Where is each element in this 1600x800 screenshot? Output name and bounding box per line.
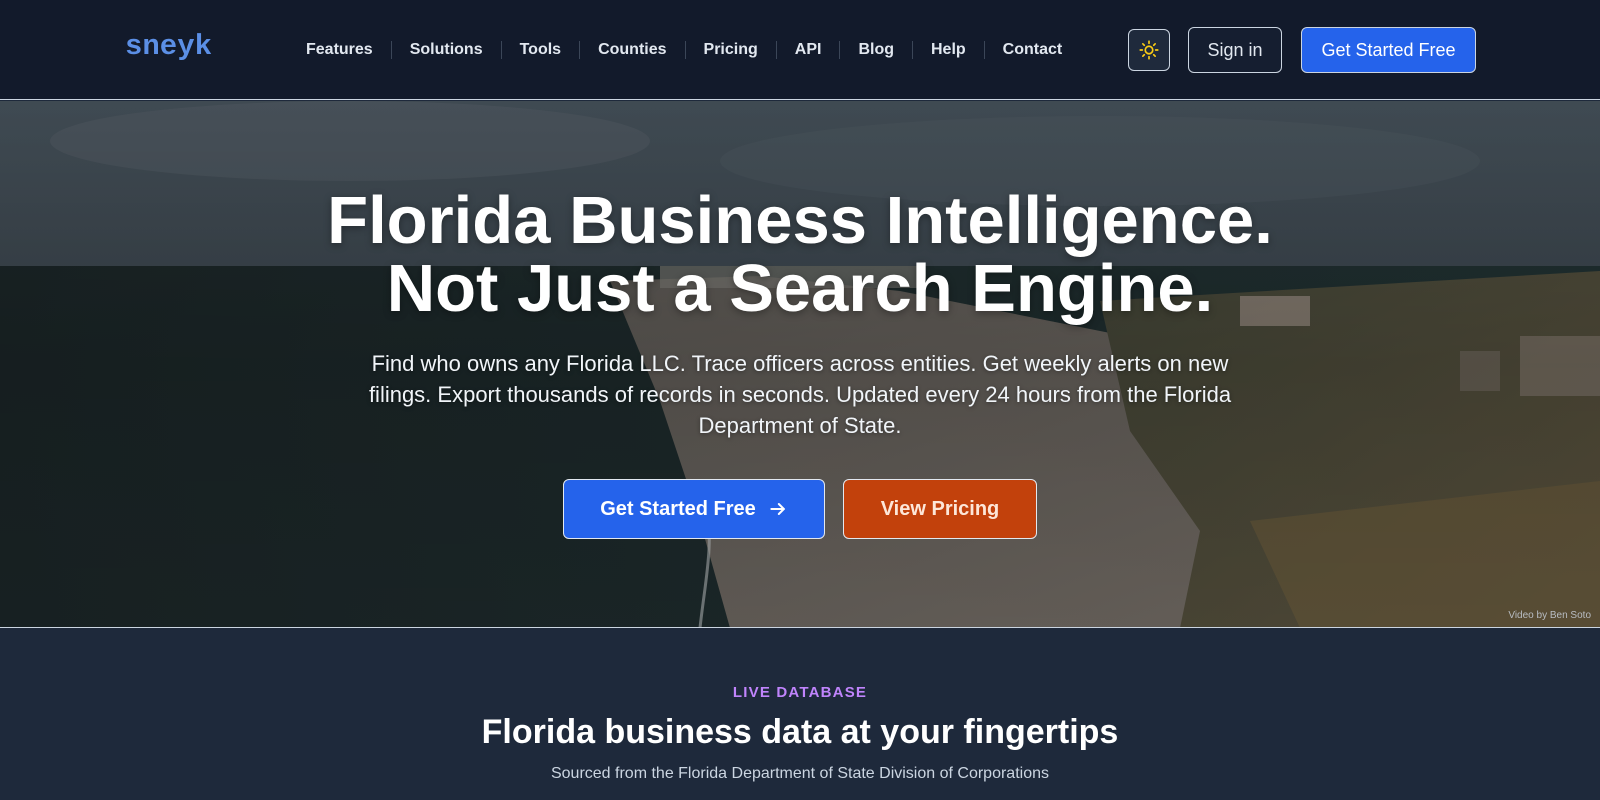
section-title: Florida business data at your fingertips bbox=[481, 713, 1119, 751]
nav-item-tools[interactable]: Tools bbox=[502, 36, 579, 64]
live-database-section: LIVE DATABASE Florida business data at y… bbox=[0, 629, 1600, 800]
hero-get-started-button[interactable]: Get Started Free bbox=[563, 479, 825, 539]
nav-item-counties[interactable]: Counties bbox=[580, 36, 684, 64]
sun-icon bbox=[1139, 40, 1159, 60]
nav-item-solutions[interactable]: Solutions bbox=[392, 36, 501, 64]
logo[interactable]: sneyk bbox=[125, 30, 212, 63]
sign-in-button[interactable]: Sign in bbox=[1188, 27, 1282, 73]
nav-item-contact[interactable]: Contact bbox=[985, 36, 1081, 64]
site-header: sneyk Features Solutions Tools Counties … bbox=[0, 0, 1600, 100]
video-credit[interactable]: Video by Ben Soto bbox=[1508, 610, 1591, 621]
nav-item-features[interactable]: Features bbox=[288, 36, 391, 64]
section-subtitle: Sourced from the Florida Department of S… bbox=[550, 765, 1049, 782]
hero-section: Florida Business Intelligence. Not Just … bbox=[0, 101, 1600, 628]
header-get-started-button[interactable]: Get Started Free bbox=[1301, 27, 1476, 73]
hero-subtitle: Find who owns any Florida LLC. Trace off… bbox=[368, 351, 1232, 438]
arrow-right-icon bbox=[768, 499, 788, 519]
view-pricing-button[interactable]: View Pricing bbox=[843, 479, 1037, 539]
section-eyebrow: LIVE DATABASE bbox=[732, 684, 868, 701]
hero-title-line-1: Florida Business Intelligence. bbox=[327, 183, 1273, 258]
hero-title-line-2: Not Just a Search Engine. bbox=[386, 251, 1214, 326]
nav-item-pricing[interactable]: Pricing bbox=[686, 36, 776, 64]
nav-item-help[interactable]: Help bbox=[913, 36, 984, 64]
nav-item-api[interactable]: API bbox=[777, 36, 840, 64]
main-nav: Features Solutions Tools Counties Pricin… bbox=[288, 36, 1080, 64]
hero-title: Florida Business Intelligence. Not Just … bbox=[0, 187, 1600, 323]
hero-get-started-label: Get Started Free bbox=[600, 497, 756, 520]
nav-item-blog[interactable]: Blog bbox=[840, 36, 912, 64]
theme-toggle-button[interactable] bbox=[1128, 29, 1170, 71]
